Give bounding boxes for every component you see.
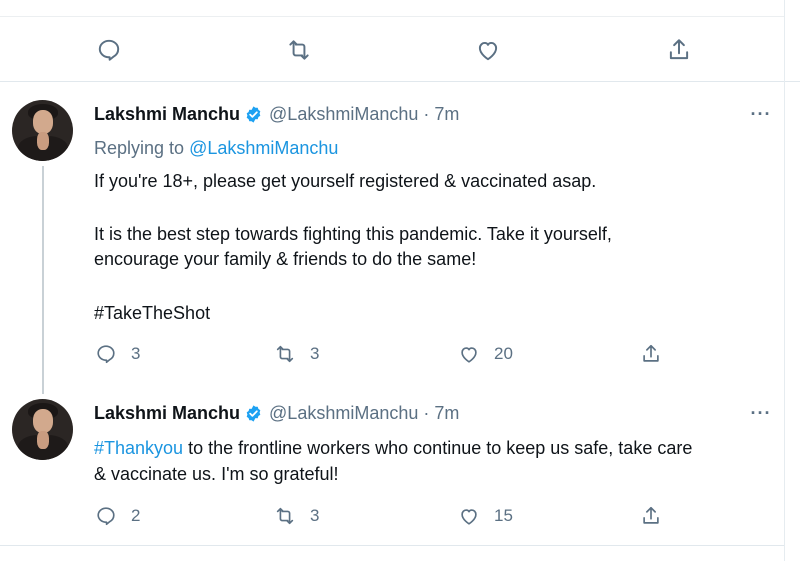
avatar-face-shape <box>33 409 53 433</box>
like-button[interactable]: 20 <box>458 343 513 365</box>
reply-icon <box>97 345 115 364</box>
like-icon <box>461 347 477 363</box>
reply-icon <box>97 507 115 526</box>
like-button[interactable]: 15 <box>458 505 513 527</box>
display-name[interactable]: Lakshmi Manchu <box>94 403 240 424</box>
timeline-border <box>784 0 785 561</box>
like-count: 20 <box>494 344 513 363</box>
more-options-button[interactable]: ··· <box>748 104 774 124</box>
tweet-text-segment: to the frontline workers who continue to… <box>183 438 693 458</box>
hashtag-link[interactable]: #TakeTheShot <box>94 301 210 325</box>
retweet-count: 3 <box>310 506 320 525</box>
tweet-text-line: & vaccinate us. I'm so grateful! <box>94 464 339 484</box>
tweet-header: Lakshmi Manchu @LakshmiManchu · 7m <box>94 403 459 424</box>
reply-icon <box>98 39 120 61</box>
replying-to-handle-link[interactable]: @LakshmiManchu <box>189 138 338 158</box>
like-button[interactable] <box>474 36 502 64</box>
thread-connector-line <box>42 166 44 394</box>
avatar[interactable] <box>12 100 73 161</box>
reply-count: 3 <box>131 344 141 363</box>
tweet-text-line: If you're 18+, please get yourself regis… <box>94 171 597 191</box>
tweet-text-line: #Thankyou to the frontline workers who c… <box>94 436 692 460</box>
verified-badge-icon <box>246 405 261 422</box>
previous-tweet-actions <box>0 0 800 82</box>
retweet-button[interactable] <box>285 36 313 64</box>
like-count: 15 <box>494 506 513 525</box>
divider <box>0 545 784 546</box>
tweet-header: Lakshmi Manchu @LakshmiManchu · 7m <box>94 104 459 125</box>
share-icon <box>643 344 659 362</box>
hashtag-link[interactable]: #Thankyou <box>94 438 183 458</box>
handle-and-time[interactable]: @LakshmiManchu · 7m <box>269 403 459 424</box>
replying-to: Replying to @LakshmiManchu <box>94 138 338 159</box>
reply-button[interactable]: 2 <box>95 505 140 527</box>
tweet-text-line: It is the best step towards fighting thi… <box>94 224 612 244</box>
avatar-hands-shape <box>37 431 49 449</box>
retweet-button[interactable]: 3 <box>274 343 319 365</box>
avatar[interactable] <box>12 399 73 460</box>
retweet-icon <box>276 345 294 363</box>
retweet-icon <box>276 507 294 525</box>
share-button[interactable] <box>640 343 662 365</box>
reply-button[interactable]: 3 <box>95 343 140 365</box>
verified-badge-icon <box>246 106 261 123</box>
reply-count: 2 <box>131 506 141 525</box>
handle-and-time[interactable]: @LakshmiManchu · 7m <box>269 104 459 125</box>
display-name[interactable]: Lakshmi Manchu <box>94 104 240 125</box>
divider <box>0 16 784 17</box>
share-button[interactable] <box>640 505 662 527</box>
more-options-button[interactable]: ··· <box>748 403 774 423</box>
tweet-text-line: encourage your family & friends to do th… <box>94 249 477 269</box>
like-icon <box>461 509 477 525</box>
retweet-button[interactable]: 3 <box>274 505 319 527</box>
share-icon <box>669 39 689 60</box>
replying-to-label: Replying to <box>94 138 190 158</box>
retweet-count: 3 <box>310 344 320 363</box>
share-button[interactable] <box>665 36 693 64</box>
avatar-hands-shape <box>37 132 49 150</box>
share-icon <box>643 506 659 524</box>
retweet-icon <box>289 40 309 60</box>
like-icon <box>478 41 498 61</box>
reply-button[interactable] <box>95 36 123 64</box>
avatar-face-shape <box>33 110 53 134</box>
